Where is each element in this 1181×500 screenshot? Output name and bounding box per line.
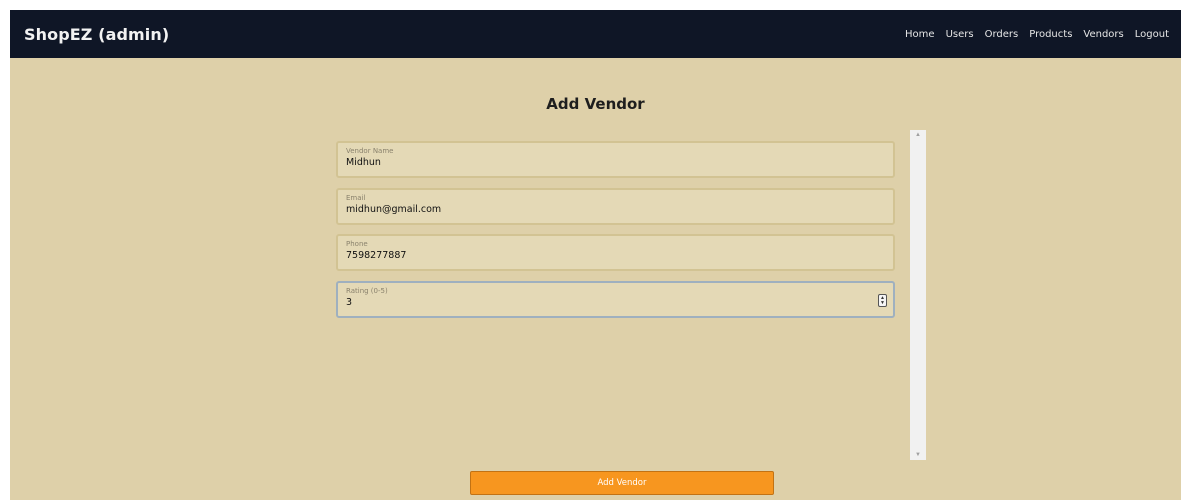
phone-value[interactable]: 7598277887 [346,250,885,261]
vendor-name-label: Vendor Name [346,147,394,155]
email-label: Email [346,194,366,202]
nav-link-home[interactable]: Home [905,29,935,40]
rating-field[interactable]: Rating (0-5) 3 ▲ ▼ [336,281,895,318]
number-stepper-icon[interactable]: ▲ ▼ [878,294,887,307]
email-value[interactable]: midhun@gmail.com [346,204,885,215]
phone-field[interactable]: Phone 7598277887 [336,234,895,271]
email-field[interactable]: Email midhun@gmail.com [336,188,895,225]
page: ShopEZ (admin) Home Users Orders Product… [0,0,1181,500]
nav-link-orders[interactable]: Orders [985,29,1019,40]
nav-link-logout[interactable]: Logout [1135,29,1169,40]
brand-title[interactable]: ShopEZ (admin) [24,25,169,44]
main-content: Add Vendor Vendor Name Midhun Email midh… [10,58,1181,500]
form-scrollbar[interactable]: ▲ ▼ [910,130,926,460]
vendor-name-field[interactable]: Vendor Name Midhun [336,141,895,178]
nav-link-vendors[interactable]: Vendors [1083,29,1123,40]
vendor-name-value[interactable]: Midhun [346,157,885,168]
stepper-down-icon[interactable]: ▼ [880,300,885,306]
rating-label: Rating (0-5) [346,287,388,295]
nav-link-users[interactable]: Users [946,29,974,40]
scroll-down-arrow-icon[interactable]: ▼ [910,450,926,460]
nav-links: Home Users Orders Products Vendors Logou… [894,29,1169,40]
top-navbar: ShopEZ (admin) Home Users Orders Product… [10,10,1181,58]
scroll-up-arrow-icon[interactable]: ▲ [910,130,926,140]
phone-label: Phone [346,240,368,248]
rating-value[interactable]: 3 [346,297,885,308]
nav-link-products[interactable]: Products [1029,29,1072,40]
add-vendor-button[interactable]: Add Vendor [470,471,774,495]
vendor-form: Vendor Name Midhun Email midhun@gmail.co… [335,128,927,460]
page-title: Add Vendor [546,95,645,113]
